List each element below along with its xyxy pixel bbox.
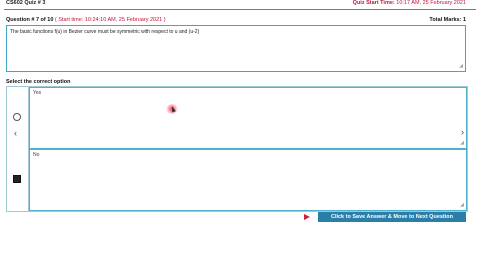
quiz-start-time: Quiz Start Time: 10:17 AM, 25 February 2… [353, 0, 466, 6]
select-option-label: Select the correct option [6, 79, 71, 85]
question-number: Question # 7 of 10 [6, 17, 54, 23]
option-left-column [7, 149, 29, 211]
option-row-yes: ‹ Yes ◢ [7, 87, 467, 149]
quiz-start-value: 10:17 AM, 25 February 2021 [396, 0, 466, 6]
question-text: The basic functions f(u) in Bezier curve… [10, 29, 200, 35]
question-header: Question # 7 of 10 ( Start time: 10:24:1… [6, 17, 166, 23]
resize-handle-icon[interactable]: ◢ [460, 141, 464, 146]
red-triangle-icon [304, 214, 310, 220]
question-textbox[interactable]: The basic functions f(u) in Bezier curve… [6, 25, 466, 72]
total-marks: Total Marks: 1 [429, 17, 466, 23]
option-yes-radio[interactable] [13, 113, 21, 121]
option-no-textarea[interactable]: No ◢ [29, 149, 467, 211]
chevron-left-icon[interactable]: ‹ [14, 129, 17, 138]
option-no-text: No [33, 152, 40, 158]
option-yes-textarea[interactable]: Yes ◢ [29, 87, 467, 149]
quiz-title: CS602 Quiz # 3 [6, 0, 46, 6]
options-panel: ‹ Yes ◢ No ◢ [6, 86, 468, 212]
quiz-start-label: Quiz Start Time: [352, 0, 395, 6]
option-row-no: No ◢ [7, 149, 467, 211]
option-yes-text: Yes [33, 90, 42, 96]
chevron-right-icon[interactable]: › [461, 128, 464, 137]
save-and-next-button[interactable]: Click to Save Answer & Move to Next Ques… [318, 212, 466, 222]
resize-handle-icon[interactable]: ◢ [460, 203, 464, 208]
question-start-time: ( Start time: 10:24:10 AM, 25 February 2… [54, 17, 166, 23]
option-left-column: ‹ [7, 87, 29, 149]
option-no-radio-checked[interactable] [13, 175, 21, 183]
resize-handle-icon[interactable]: ◢ [459, 64, 463, 69]
header-divider [4, 9, 476, 10]
